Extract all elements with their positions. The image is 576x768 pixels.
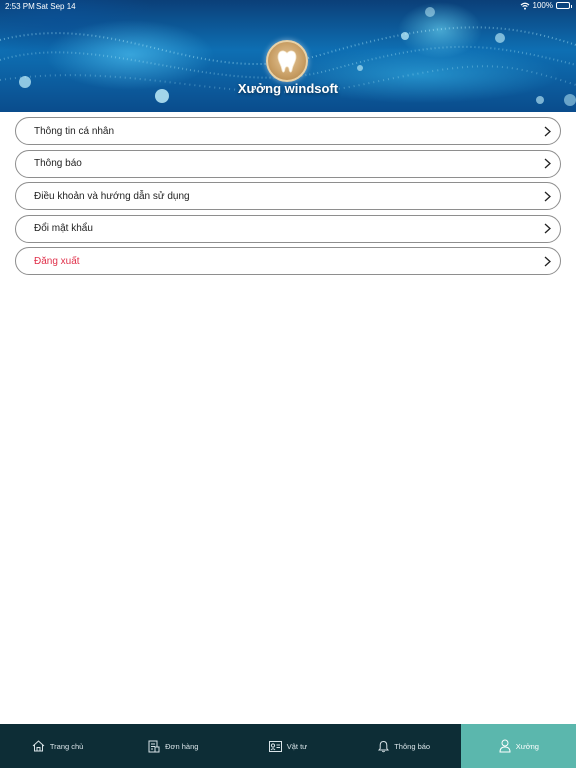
status-right: 100% [520, 1, 572, 10]
page-title: Xưởng windsoft [237, 81, 339, 96]
menu-item-label: Điều khoản và hướng dẫn sử dụng [34, 190, 190, 202]
order-icon [147, 739, 161, 753]
tab-label: Thông báo [394, 741, 431, 751]
supplies-icon [269, 739, 283, 753]
bell-icon [376, 739, 390, 753]
chevron-right-icon [542, 190, 552, 202]
tab-notifications[interactable]: Thông báo [346, 724, 461, 768]
user-icon [498, 739, 512, 753]
home-icon [32, 739, 46, 753]
menu-item-label: Đăng xuất [34, 255, 80, 267]
tab-home[interactable]: Trang chủ [0, 724, 115, 768]
status-bar: 2:53 PM Sat Sep 14 100% [0, 0, 576, 14]
tab-orders[interactable]: Đơn hàng [115, 724, 230, 768]
chevron-right-icon [542, 223, 552, 235]
menu-item-notifications[interactable]: Thông báo [15, 149, 561, 178]
menu-item-logout[interactable]: Đăng xuất [15, 247, 561, 275]
menu-item-change-password[interactable]: Đổi mật khẩu [15, 214, 561, 243]
menu-item-terms[interactable]: Điều khoản và hướng dẫn sử dụng [15, 182, 561, 210]
status-date: Sat Sep 14 [36, 2, 76, 11]
header-banner: 2:53 PM Sat Sep 14 100% Xưởng windsoft [0, 0, 576, 112]
chevron-right-icon [542, 158, 552, 170]
tooth-icon [277, 50, 297, 73]
tab-label: Vật tư [286, 741, 308, 751]
battery-percent: 100% [532, 1, 553, 10]
settings-menu: Thông tin cá nhân Thông báo Điều khoản v… [15, 117, 561, 280]
menu-item-label: Thông tin cá nhân [34, 125, 115, 137]
chevron-right-icon [542, 255, 552, 267]
tab-label: Trang chủ [49, 741, 84, 751]
tab-supplies[interactable]: Vật tư [230, 724, 345, 768]
chevron-right-icon [542, 125, 552, 137]
tab-workshop[interactable]: Xưởng [460, 724, 576, 768]
status-time: 2:53 PM [5, 2, 35, 11]
avatar [266, 40, 308, 82]
battery-icon [556, 2, 572, 9]
menu-item-personal-info[interactable]: Thông tin cá nhân [15, 117, 561, 145]
menu-item-label: Thông báo [34, 158, 82, 169]
tab-label: Xưởng [515, 741, 539, 751]
menu-item-label: Đổi mật khẩu [34, 223, 93, 234]
bottom-tab-bar: Trang chủ Đơn hàng Vật tư Thông báo Xưởn… [0, 724, 576, 768]
wifi-icon [520, 2, 529, 10]
tab-label: Đơn hàng [165, 741, 199, 751]
